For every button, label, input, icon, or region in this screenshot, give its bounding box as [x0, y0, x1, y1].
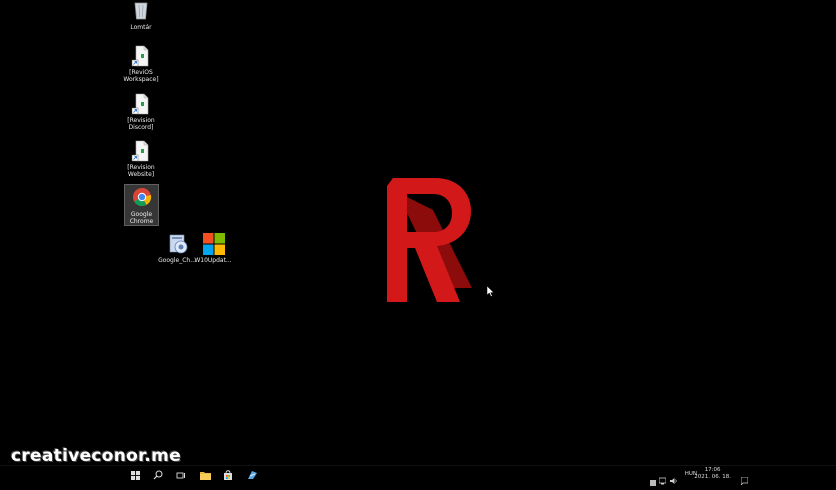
search-icon [153, 470, 163, 480]
clock-time: 17:06 [704, 467, 721, 473]
file-explorer-button[interactable] [197, 468, 213, 482]
mouse-cursor-icon [486, 282, 495, 301]
store-button[interactable] [220, 468, 236, 482]
shortcut-icon [131, 93, 151, 115]
wallpaper-logo [385, 178, 475, 303]
desktop-icon-label: [ReviOS Workspace] [123, 69, 159, 83]
app-button[interactable] [244, 468, 260, 482]
shortcut-icon [131, 45, 151, 67]
task-view-button[interactable] [173, 468, 189, 482]
start-button[interactable] [127, 468, 143, 482]
recycle-bin-icon [131, 0, 151, 22]
shortcut-icon [131, 140, 151, 162]
desktop-icon-label: Google Chrome [129, 211, 154, 225]
desktop-icon-label: W10Updat... [194, 257, 232, 264]
store-icon [224, 470, 232, 480]
desktop-icon-revision-website[interactable]: [Revision Website] [119, 140, 163, 178]
desktop-icon-revios-workspace[interactable]: [ReviOS Workspace] [119, 45, 163, 83]
desktop-icon-revision-discord[interactable]: [Revision Discord] [119, 93, 163, 131]
desktop-icon-label: Lomtár [130, 24, 152, 31]
installer-icon [167, 233, 188, 255]
desktop-icon-recycle-bin[interactable]: Lomtár [119, 0, 163, 31]
desktop-icon-label: [Revision Discord] [127, 117, 155, 131]
windows-logo-icon [203, 233, 225, 255]
desktop-icon-label: [Revision Website] [127, 164, 155, 178]
chrome-icon [132, 187, 152, 209]
clock[interactable]: 17:06 2021. 06. 18. [694, 467, 731, 481]
search-button[interactable] [150, 468, 166, 482]
desktop-icon-google-chrome[interactable]: Google Chrome [124, 184, 159, 226]
tray-overflow-icon[interactable] [650, 471, 656, 486]
watermark: creativeconor.me [11, 446, 182, 466]
app-icon [247, 471, 257, 479]
start-icon [130, 470, 140, 480]
volume-icon[interactable] [670, 470, 678, 489]
task-view-icon [176, 472, 185, 478]
clock-date: 2021. 06. 18. [694, 474, 731, 480]
notification-center-button[interactable] [740, 470, 749, 489]
file-explorer-icon [199, 471, 211, 480]
network-icon[interactable] [658, 470, 667, 489]
desktop-icon-w10update[interactable]: W10Updat... [191, 233, 235, 264]
taskbar: HUN 17:06 2021. 06. 18. [0, 465, 836, 486]
